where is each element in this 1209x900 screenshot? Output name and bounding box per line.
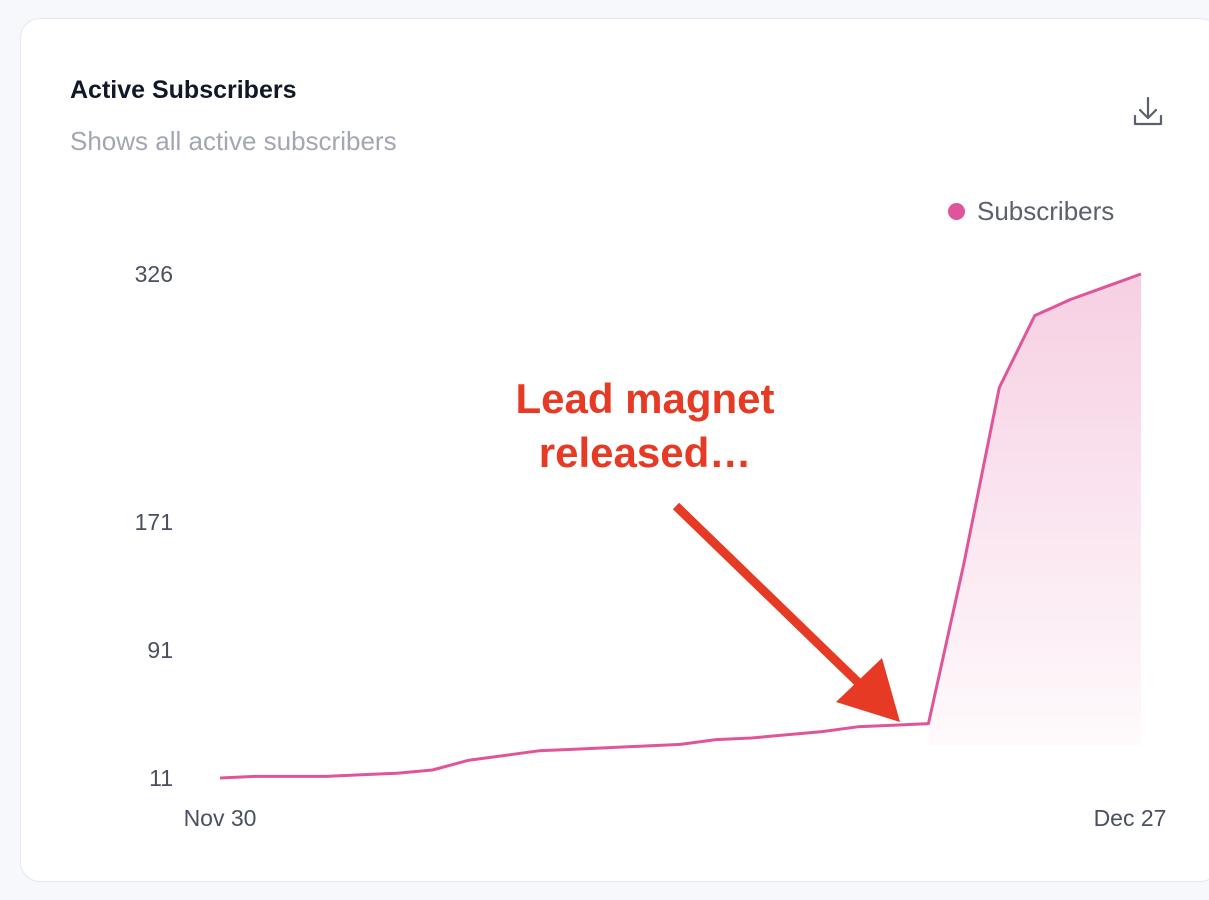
y-tick-label: 171 bbox=[135, 509, 173, 535]
y-tick-label: 11 bbox=[149, 765, 173, 791]
annotation-arrow-shaft bbox=[672, 502, 870, 694]
y-tick-label: 326 bbox=[135, 261, 173, 287]
x-tick-label: Nov 30 bbox=[184, 805, 257, 831]
annotation-line-1: Lead magnet bbox=[515, 375, 775, 422]
x-tick-label: Dec 27 bbox=[1094, 805, 1167, 831]
annotation-line-2: released… bbox=[538, 429, 752, 476]
annotation-text: Lead magnet released… bbox=[480, 372, 810, 480]
series-area-subscribers bbox=[928, 274, 1141, 745]
y-tick-label: 91 bbox=[147, 637, 173, 663]
